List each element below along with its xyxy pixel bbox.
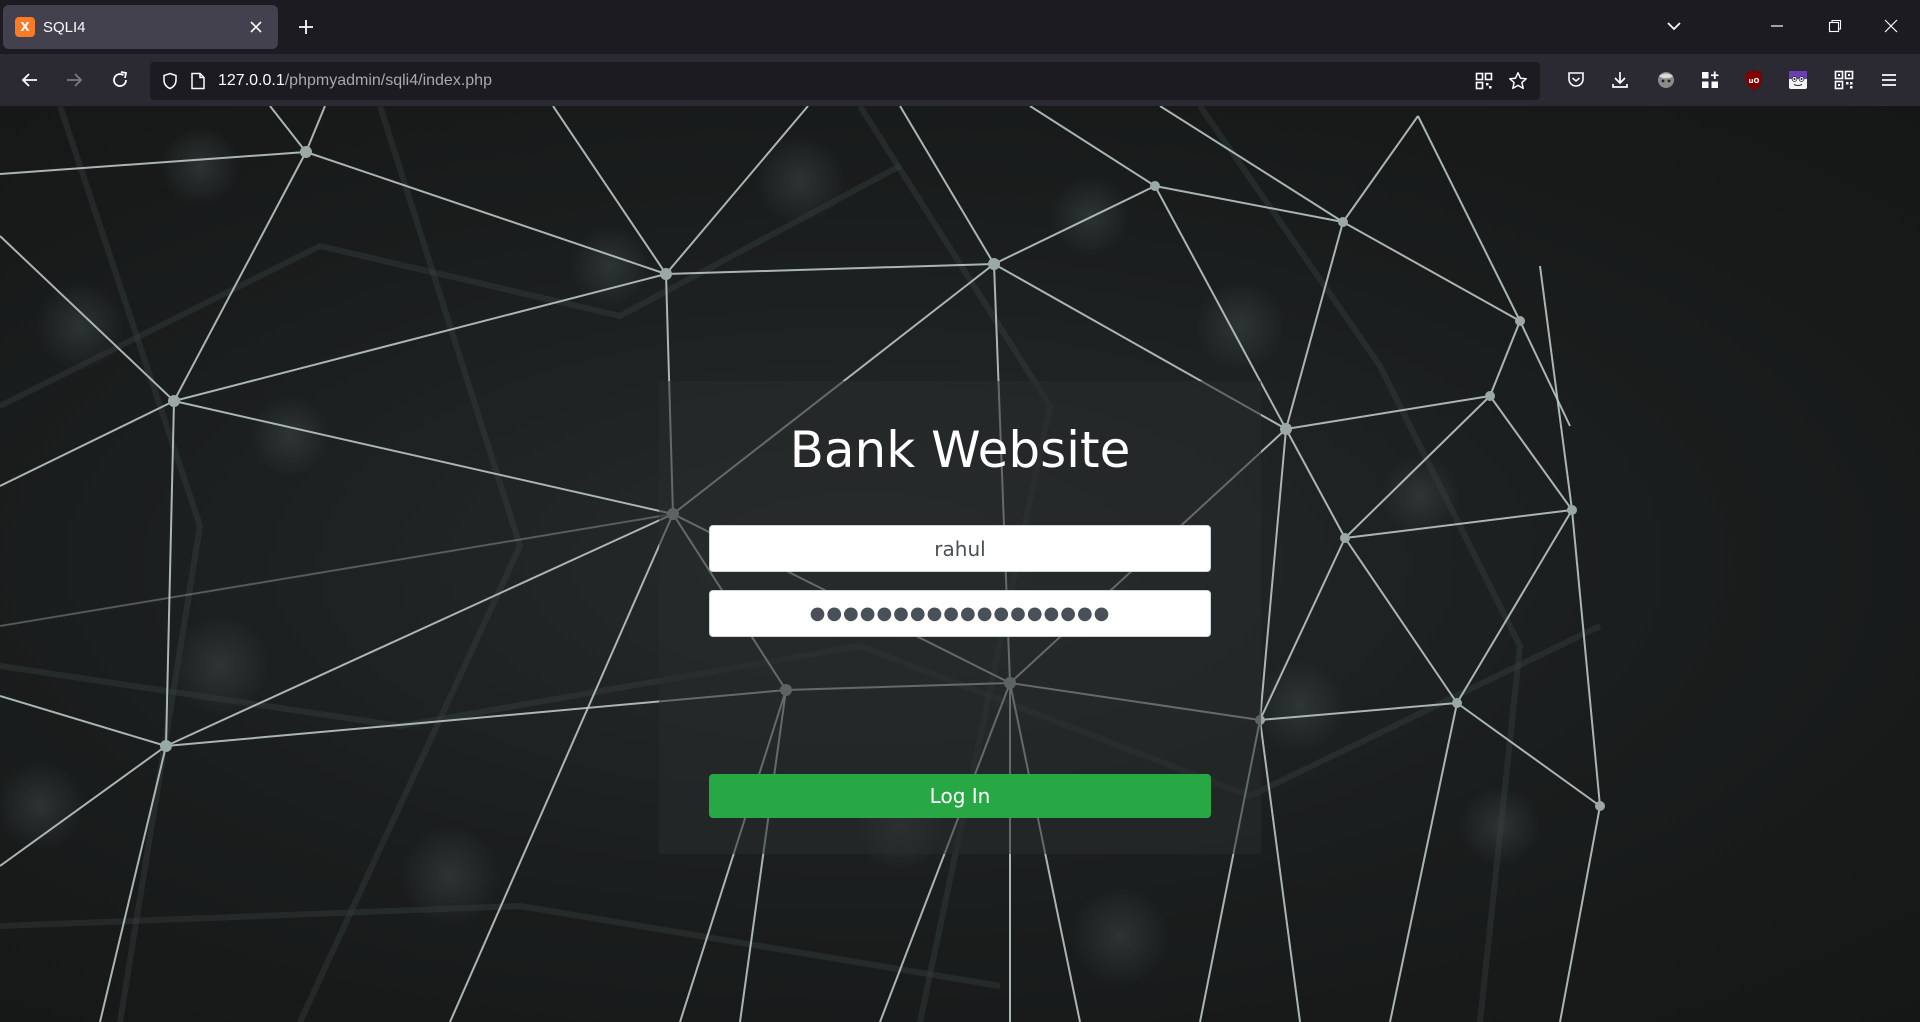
page-title: Bank Website <box>789 421 1131 479</box>
url-text[interactable]: 127.0.0.1/phpmyadmin/sqli4/index.php <box>218 72 1470 90</box>
navigation-toolbar: 127.0.0.1/phpmyadmin/sqli4/index.php uO <box>0 54 1920 106</box>
url-path: /phpmyadmin/sqli4/index.php <box>284 72 492 89</box>
forward-arrow-icon[interactable] <box>58 64 90 96</box>
address-bar[interactable]: 127.0.0.1/phpmyadmin/sqli4/index.php <box>150 62 1540 100</box>
qr-code-icon[interactable] <box>1470 67 1498 95</box>
restore-window-icon[interactable] <box>1815 8 1855 44</box>
ublock-origin-icon[interactable]: uO <box>1738 64 1770 96</box>
password-input[interactable] <box>709 590 1211 637</box>
login-card: Bank Website Log In <box>659 381 1261 854</box>
extension-fox-icon[interactable] <box>1650 64 1682 96</box>
login-button[interactable]: Log In <box>709 774 1211 818</box>
page-info-icon[interactable] <box>184 67 212 95</box>
svg-text:uO: uO <box>1749 77 1760 85</box>
downloads-icon[interactable] <box>1604 64 1636 96</box>
close-tab-icon[interactable] <box>244 15 268 39</box>
bookmark-star-icon[interactable] <box>1504 67 1532 95</box>
extension-grid-icon[interactable] <box>1694 64 1726 96</box>
close-window-icon[interactable] <box>1871 8 1911 44</box>
username-input[interactable] <box>709 525 1211 572</box>
url-host: 127.0.0.1 <box>218 72 285 89</box>
reload-icon[interactable] <box>104 64 136 96</box>
qr-extension-icon[interactable] <box>1828 64 1860 96</box>
tab-sqli4[interactable]: X SQLI4 <box>3 5 278 49</box>
tab-strip: X SQLI4 <box>0 0 1920 54</box>
minimize-window-icon[interactable] <box>1757 8 1797 44</box>
back-arrow-icon[interactable] <box>14 64 46 96</box>
list-all-tabs-icon[interactable] <box>1654 8 1694 44</box>
page-viewport: Bank Website Log In <box>0 106 1920 1022</box>
tab-title: SQLI4 <box>43 18 86 36</box>
xampp-favicon-icon: X <box>15 17 35 37</box>
extension-face-icon[interactable] <box>1782 64 1814 96</box>
hamburger-menu-icon[interactable] <box>1873 64 1905 96</box>
pocket-icon[interactable] <box>1560 64 1592 96</box>
tracking-protection-shield-icon[interactable] <box>156 67 184 95</box>
new-tab-button[interactable] <box>292 13 320 41</box>
